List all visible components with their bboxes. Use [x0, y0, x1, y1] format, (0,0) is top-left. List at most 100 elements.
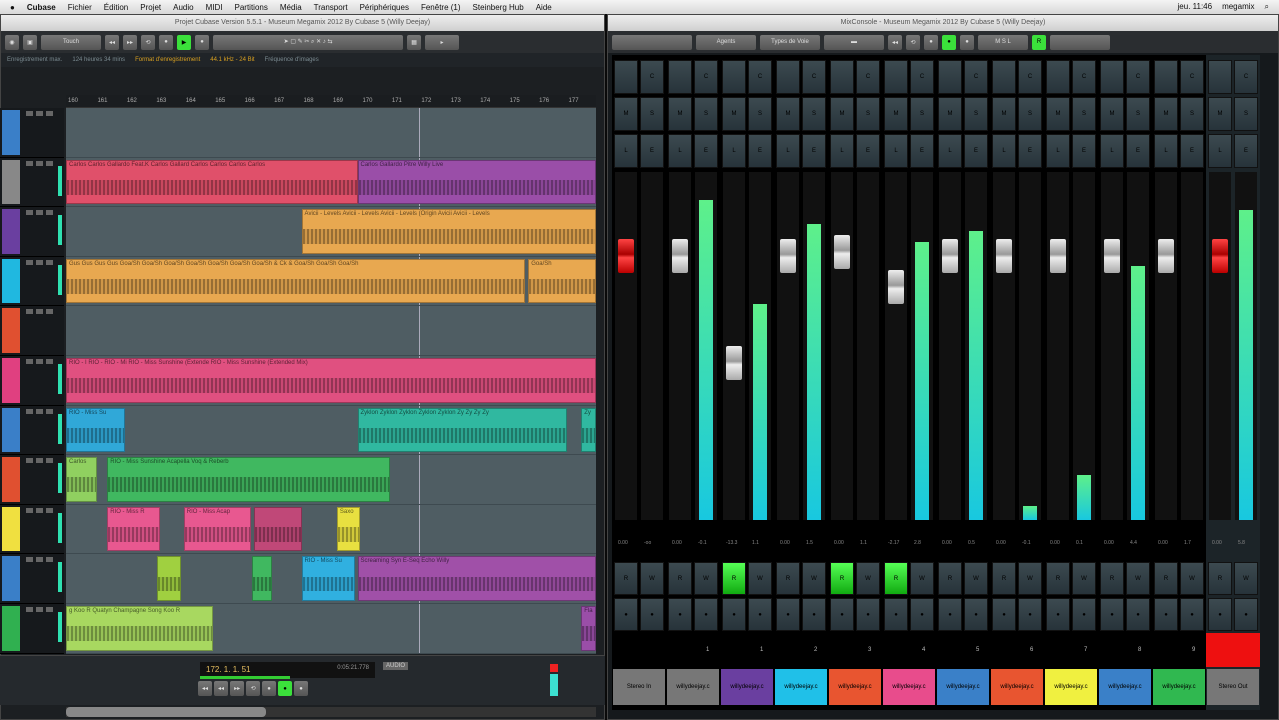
track-lane[interactable]: Carlos RIO - Miss Sunshine Acapella Voq &… — [66, 455, 596, 505]
fader-track[interactable] — [939, 172, 961, 520]
mute-button[interactable] — [26, 309, 33, 315]
audio-event[interactable] — [254, 506, 302, 552]
record-button[interactable]: ● — [748, 598, 772, 631]
fader-value[interactable]: 0.00 — [1212, 540, 1222, 546]
mute-button[interactable] — [26, 359, 33, 364]
insert-slot[interactable] — [884, 60, 908, 94]
audio-event[interactable]: Carlos Gallardo Pitre Willy Live — [357, 159, 596, 205]
fader-track[interactable] — [1101, 172, 1123, 520]
track-header[interactable] — [0, 306, 64, 356]
monitor-button[interactable]: ● — [776, 598, 800, 631]
listen-button[interactable]: L — [776, 134, 800, 168]
track-color[interactable] — [2, 159, 20, 205]
insert-slot[interactable] — [992, 60, 1016, 94]
fader-value[interactable]: 0.00 — [618, 540, 628, 546]
edit-button[interactable]: E — [1126, 134, 1150, 168]
volume-fader[interactable] — [1212, 238, 1228, 273]
edit-button[interactable]: E — [748, 134, 772, 168]
mute-button[interactable]: M — [830, 97, 854, 131]
fader-track[interactable] — [1209, 172, 1231, 520]
volume-fader[interactable] — [942, 238, 958, 273]
record-button[interactable]: ● — [694, 598, 718, 631]
track-color[interactable] — [2, 556, 20, 601]
solo-button[interactable]: S — [1126, 97, 1150, 131]
edit-button[interactable]: E — [694, 134, 718, 168]
solo-button[interactable]: S — [1234, 97, 1258, 131]
menu-item[interactable]: Partitions — [235, 3, 268, 12]
mute-button[interactable]: M — [1100, 97, 1124, 131]
edit-button[interactable]: E — [640, 134, 664, 168]
clip-indicator[interactable] — [550, 664, 558, 672]
solo-button[interactable]: S — [910, 97, 934, 131]
record-button[interactable]: ● — [195, 34, 210, 50]
write-automation-button[interactable]: W — [964, 562, 988, 595]
audio-event[interactable]: Carlos — [66, 457, 97, 502]
record-button[interactable]: ● — [856, 598, 880, 631]
track-header[interactable] — [0, 356, 64, 406]
write-automation-button[interactable]: W — [1018, 562, 1042, 595]
edit-button[interactable]: E — [1018, 134, 1042, 168]
fader-track[interactable] — [885, 172, 907, 520]
read-automation-button[interactable]: R — [992, 562, 1016, 595]
track-color[interactable] — [2, 308, 20, 353]
solo-button[interactable] — [36, 557, 43, 563]
peak-value[interactable]: 0.1 — [1076, 540, 1083, 546]
track-color[interactable] — [2, 606, 20, 651]
peak-value[interactable]: 5.8 — [1238, 540, 1245, 546]
timeline-ruler[interactable]: 160 161 162 163 164 165 166 167 168 169 170 171 172 1… — [66, 95, 596, 108]
solo-button[interactable]: S — [694, 97, 718, 131]
write-automation-button[interactable]: W — [856, 562, 880, 595]
solo-button[interactable] — [36, 507, 43, 513]
transport-time[interactable]: 0:05:21.778 — [337, 665, 369, 675]
mute-button[interactable] — [26, 160, 33, 166]
menu-item[interactable]: Audio — [173, 3, 193, 12]
monitor-button[interactable]: ● — [992, 598, 1016, 631]
menu-item[interactable]: Fichier — [68, 3, 92, 12]
mute-button[interactable]: M — [884, 97, 908, 131]
audio-event[interactable]: RIO - Miss Acap — [183, 506, 252, 552]
volume-fader[interactable] — [1050, 238, 1066, 273]
insert-slot[interactable]: C — [748, 60, 772, 94]
fader-track[interactable] — [615, 172, 637, 520]
volume-fader[interactable] — [726, 346, 742, 381]
menubar-user[interactable]: megamix — [1222, 2, 1254, 12]
channel-name[interactable]: willydeejay.c — [775, 669, 827, 705]
write-automation-button[interactable]: W — [1180, 562, 1204, 595]
record-button[interactable]: ● — [1018, 598, 1042, 631]
mute-button[interactable] — [26, 557, 33, 563]
insert-slot[interactable] — [830, 60, 854, 94]
activate-button[interactable]: ◉ — [5, 34, 19, 50]
info-fps[interactable]: Fréquence d'images — [265, 57, 319, 63]
track-lane[interactable]: RIO - Miss R RIO - Miss Acap Saxo — [66, 505, 596, 555]
menu-item[interactable]: Périphériques — [360, 3, 409, 12]
automation-mode-select[interactable]: Touch — [41, 34, 101, 50]
fader-track[interactable] — [777, 172, 799, 520]
mute-button[interactable] — [26, 458, 33, 464]
monitor-button[interactable]: ● — [938, 598, 962, 631]
read-automation-button[interactable]: R — [1100, 562, 1124, 595]
mixer-read-button[interactable]: R — [1032, 34, 1047, 50]
audio-event[interactable] — [157, 556, 181, 601]
mixer-stop-button[interactable]: ● — [924, 34, 939, 50]
read-automation-button[interactable]: R — [1046, 562, 1070, 595]
mute-button[interactable]: M — [614, 97, 638, 131]
listen-button[interactable]: L — [668, 134, 692, 168]
horizontal-scrollbar[interactable] — [66, 707, 596, 717]
transport-forward-button[interactable]: ▸▸ — [230, 681, 245, 696]
menu-item[interactable]: Édition — [104, 3, 128, 12]
fader-value[interactable]: 0.00 — [996, 540, 1006, 546]
read-automation-button[interactable]: R — [668, 562, 692, 595]
audio-event[interactable]: RIO - I RIO - RIO - Mi RIO - Miss Sunshi… — [66, 358, 596, 403]
insert-slot[interactable]: C — [964, 60, 988, 94]
solo-button[interactable]: S — [1072, 97, 1096, 131]
channel-name[interactable]: willydeejay.c — [883, 669, 935, 705]
peak-value[interactable]: 4.4 — [1130, 540, 1137, 546]
insert-slot[interactable]: C — [1126, 60, 1150, 94]
insert-slot[interactable]: C — [1072, 60, 1096, 94]
read-automation-button[interactable]: R — [722, 562, 746, 595]
listen-button[interactable]: L — [614, 134, 638, 168]
fader-value[interactable]: 0.00 — [942, 540, 952, 546]
write-automation-button[interactable]: W — [640, 562, 664, 595]
volume-fader[interactable] — [1158, 238, 1174, 273]
transport-play-button[interactable]: ● — [278, 681, 293, 696]
